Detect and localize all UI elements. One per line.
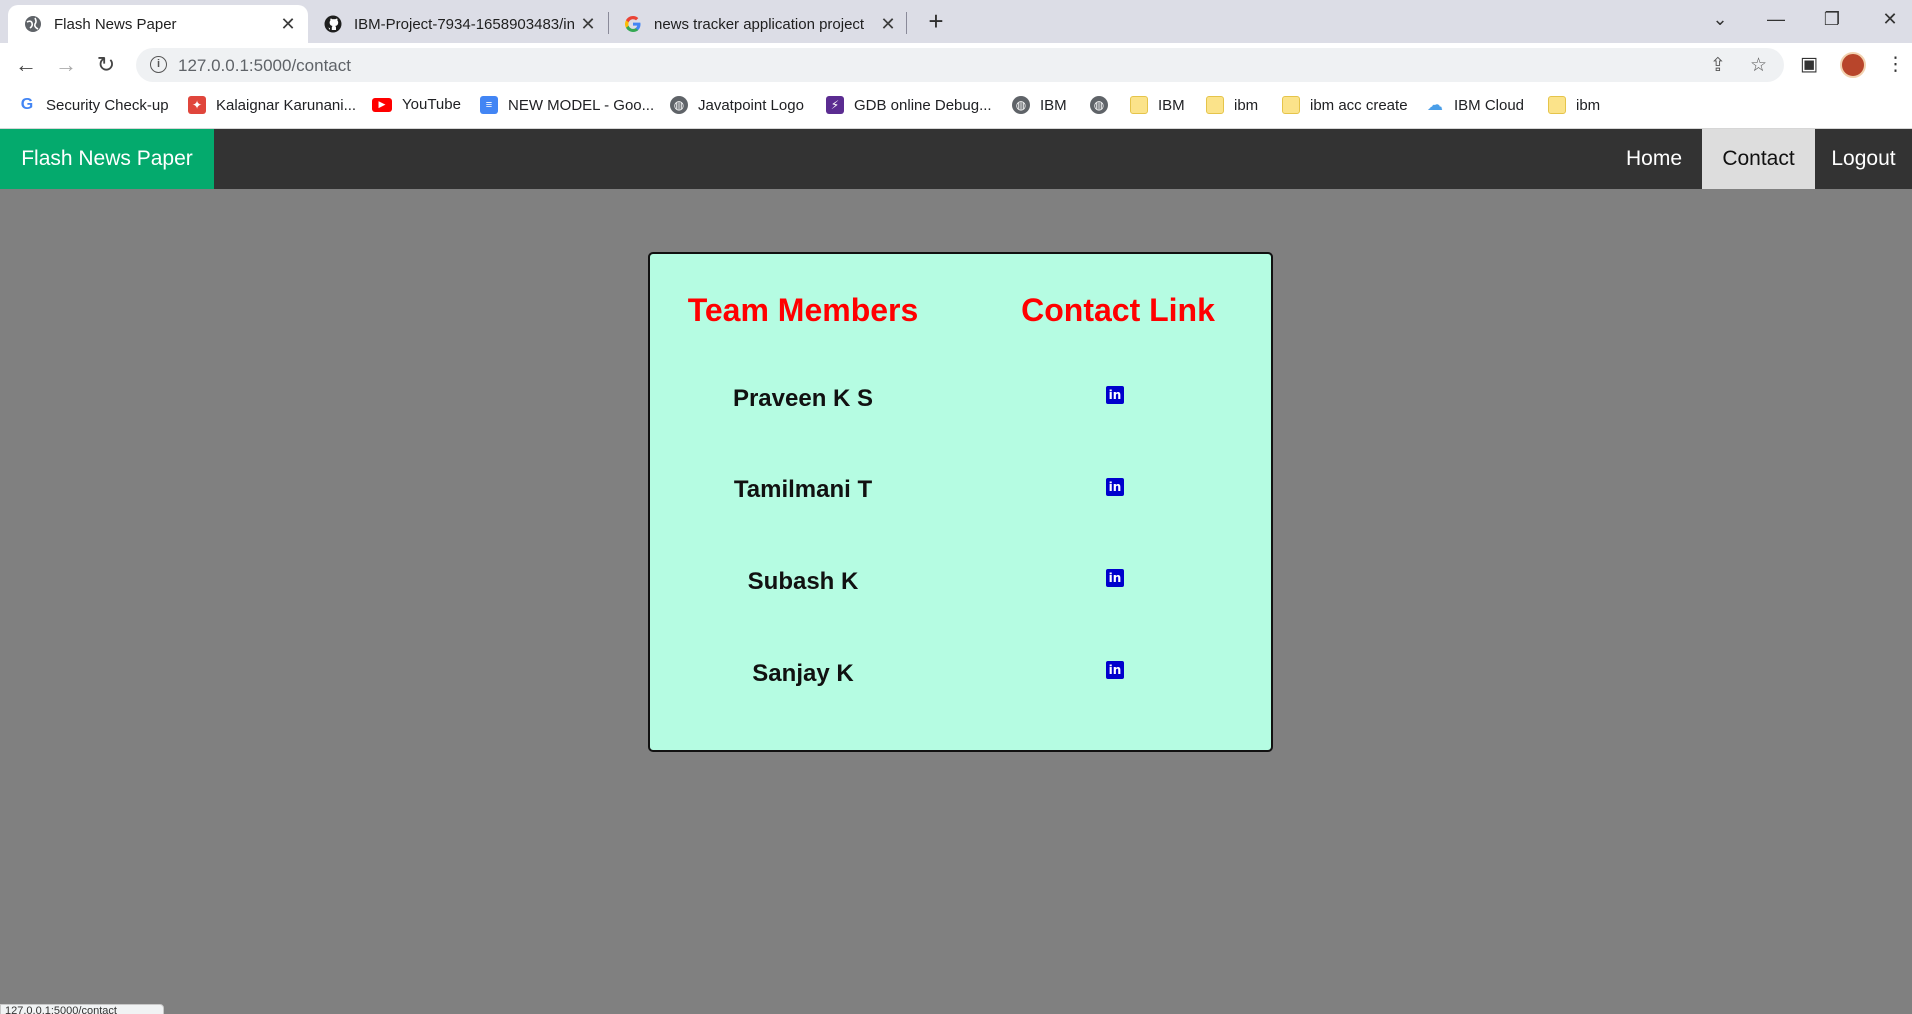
globe-icon [24, 15, 42, 33]
bookmark-unnamed[interactable]: ◍ [1090, 96, 1118, 114]
address-bar[interactable]: i 127.0.0.1:5000/contact ⇪ ☆ [136, 48, 1784, 82]
globe-icon: ◍ [670, 96, 688, 114]
bookmark-label: Kalaignar Karunani... [216, 96, 357, 114]
close-window-icon[interactable]: ✕ [1870, 4, 1910, 34]
restore-icon[interactable]: ❐ [1812, 4, 1852, 34]
bookmark-label: GDB online Debug... [854, 96, 992, 114]
tab-title: Flash News Paper [54, 15, 177, 33]
bookmarks-bar: G Security Check-up ✦ Kalaignar Karunani… [0, 87, 1912, 129]
side-panel-icon[interactable]: ▣ [1800, 53, 1818, 76]
bookmark-label: ibm [1234, 96, 1259, 114]
bookmark-folder-ibm-3[interactable]: ibm [1548, 96, 1600, 114]
close-tab-icon[interactable]: ✕ [878, 14, 898, 35]
bookmark-label: Javatpoint Logo [698, 96, 804, 114]
close-tab-icon[interactable]: ✕ [278, 14, 298, 35]
tab-title: news tracker application project [654, 15, 865, 33]
bookmark-label: Security Check-up [46, 96, 169, 114]
globe-icon: ◍ [1012, 96, 1030, 114]
nav-logout[interactable]: Logout [1815, 129, 1912, 189]
status-bar: 127.0.0.1:5000/contact [0, 1004, 164, 1014]
bookmark-label: IBM Cloud [1454, 96, 1525, 114]
nav-contact[interactable]: Contact [1702, 129, 1815, 189]
bookmark-security-checkup[interactable]: G Security Check-up [18, 96, 169, 114]
bookmark-star-icon[interactable]: ☆ [1750, 54, 1767, 77]
close-tab-icon[interactable]: ✕ [578, 14, 598, 35]
browser-toolbar: ← → ↻ i 127.0.0.1:5000/contact ⇪ ☆ ▣ ⋮ [0, 43, 1912, 87]
bookmark-ibm[interactable]: ◍ IBM [1012, 96, 1067, 114]
bookmark-gdb-online[interactable]: ⚡ GDB online Debug... [826, 96, 992, 114]
linkedin-icon[interactable]: in [1106, 569, 1124, 587]
bookmark-ibm-cloud[interactable]: ☁ IBM Cloud [1426, 96, 1525, 115]
header-team-members: Team Members [687, 292, 919, 328]
folder-icon [1130, 96, 1148, 114]
site-navbar: Flash News Paper Home Contact Logout [0, 129, 1912, 189]
back-icon[interactable]: ← [12, 51, 40, 79]
bookmark-kalaignar[interactable]: ✦ Kalaignar Karunani... [188, 96, 356, 114]
bookmark-label: YouTube [402, 96, 461, 113]
minimize-icon[interactable]: — [1756, 4, 1796, 34]
forward-icon[interactable]: → [52, 51, 80, 79]
bookmark-label: NEW MODEL - Goo... [508, 96, 655, 114]
tab-news-tracker[interactable]: news tracker application project ✕ [608, 5, 908, 43]
nav-home[interactable]: Home [1606, 129, 1702, 189]
tab-flash-news-paper[interactable]: Flash News Paper ✕ [8, 5, 308, 43]
bookmark-label: IBM [1040, 96, 1067, 114]
github-icon [324, 15, 342, 33]
youtube-icon: ▶ [372, 97, 392, 112]
bookmark-folder-ibm[interactable]: IBM [1130, 96, 1185, 114]
tab-ibm-project[interactable]: IBM-Project-7934-1658903483/in ✕ [308, 5, 608, 43]
bookmark-folder-ibm-acc[interactable]: ibm acc create [1282, 96, 1408, 114]
bookmark-youtube[interactable]: ▶ YouTube [372, 96, 461, 113]
folder-icon [1548, 96, 1566, 114]
member-name: Sanjay K [752, 660, 854, 687]
site-info-icon[interactable]: i [150, 56, 167, 73]
google-icon [624, 15, 642, 33]
brand-logo[interactable]: Flash News Paper [0, 129, 214, 189]
folder-icon [1282, 96, 1300, 114]
globe-icon: ◍ [1090, 96, 1108, 114]
member-name: Praveen K S [732, 385, 874, 412]
reload-icon[interactable]: ↻ [92, 51, 120, 79]
linkedin-icon[interactable]: in [1106, 386, 1124, 404]
docs-icon: ≡ [480, 96, 498, 114]
gdb-icon: ⚡ [826, 96, 844, 114]
cloud-icon: ☁ [1427, 97, 1443, 114]
contact-card: Team Members Contact Link Praveen K S in… [648, 252, 1273, 752]
linkedin-icon[interactable]: in [1106, 661, 1124, 679]
bookmark-label: IBM [1158, 96, 1185, 114]
header-contact-link: Contact Link [1021, 292, 1215, 328]
tab-search-icon[interactable]: ⌄ [1700, 4, 1740, 34]
folder-icon [1206, 96, 1224, 114]
bookmark-javatpoint[interactable]: ◍ Javatpoint Logo [670, 96, 804, 114]
menu-icon[interactable]: ⋮ [1886, 53, 1905, 76]
bookmark-new-model[interactable]: ≡ NEW MODEL - Goo... [480, 96, 654, 114]
google-icon: G [20, 96, 34, 113]
tab-separator [906, 12, 907, 34]
member-name: Subash K [747, 568, 859, 595]
url-text[interactable]: 127.0.0.1:5000/contact [178, 56, 351, 76]
bookmark-label: ibm [1576, 96, 1601, 114]
tab-strip: Flash News Paper ✕ IBM-Project-7934-1658… [0, 0, 1912, 43]
bookmark-label: ibm acc create [1310, 96, 1408, 114]
avatar[interactable] [1840, 52, 1866, 78]
new-tab-button[interactable]: + [922, 6, 950, 36]
site-icon: ✦ [188, 96, 206, 114]
linkedin-icon[interactable]: in [1106, 478, 1124, 496]
tab-title: IBM-Project-7934-1658903483/in [354, 15, 575, 33]
share-icon[interactable]: ⇪ [1710, 54, 1726, 77]
bookmark-folder-ibm-2[interactable]: ibm [1206, 96, 1258, 114]
member-name: Tamilmani T [733, 476, 873, 503]
